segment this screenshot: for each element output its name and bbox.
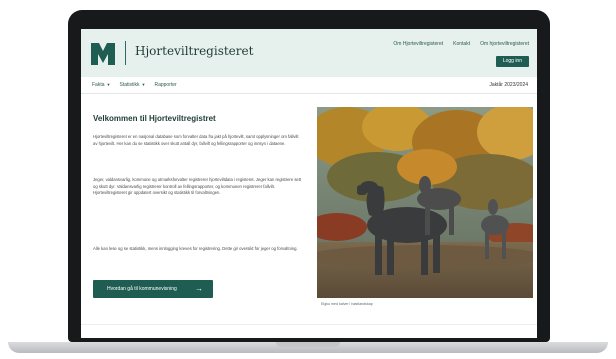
laptop-notch: [276, 342, 340, 347]
nav-item-label: Fakta: [92, 82, 105, 88]
laptop-screen: Hjorteviltregisteret Om Hjorteviltregist…: [81, 29, 537, 338]
login-button[interactable]: Logg inn: [495, 56, 529, 67]
moose-photo-illustration: [317, 107, 533, 298]
nav-item-statistikk[interactable]: Statistikk ▼: [119, 82, 145, 88]
logo-divider: [125, 41, 126, 65]
main-nav: Fakta ▼ Statistikk ▼ Rapporter Jaktår 2023…: [81, 77, 537, 94]
hunt-year-selector[interactable]: Jaktår 2023/2024: [489, 82, 528, 88]
site-title[interactable]: Hjorteviltregisteret: [135, 44, 253, 58]
header-link[interactable]: Kontakt: [453, 41, 470, 47]
nav-item-fakta[interactable]: Fakta ▼: [92, 82, 110, 88]
header-links: Om Hjorteviltregisteret Kontakt Om hjort…: [393, 41, 529, 47]
cta-button[interactable]: Hvordan gå til kommunevisning →: [93, 280, 213, 298]
arrow-right-icon: →: [195, 284, 203, 293]
chevron-down-icon: ▼: [106, 82, 111, 87]
site-header: Hjorteviltregisteret Om Hjorteviltregist…: [81, 29, 537, 77]
intro-paragraph: Jeger, valdansvarlig, kommune og utmarks…: [93, 177, 302, 196]
divider: [81, 324, 537, 325]
nav-item-label: Rapporter: [154, 82, 177, 88]
logo-icon[interactable]: [91, 41, 115, 65]
laptop-frame: Hjorteviltregisteret Om Hjorteviltregist…: [0, 0, 616, 359]
intro-paragraph: Alle kan lese og se statistikk, mens inn…: [93, 246, 298, 251]
header-link[interactable]: Om Hjorteviltregisteret: [393, 41, 443, 47]
cta-label: Hvordan gå til kommunevisning: [107, 286, 177, 292]
intro-paragraph: Hjorteviltregisteret er en nasjonal data…: [93, 134, 299, 146]
nav-item-label: Statistikk: [119, 82, 140, 88]
main-content: Velkommen til Hjorteviltregistret Hjorte…: [81, 94, 537, 338]
hero-photo: [317, 107, 533, 298]
header-link[interactable]: Om hjorteviltregisteret: [480, 41, 529, 47]
nav-item-rapporter[interactable]: Rapporter: [154, 82, 176, 88]
photo-caption: Elgku med kalver i høstlandskap: [321, 302, 373, 306]
chevron-down-icon: ▼: [141, 82, 146, 87]
page-title: Velkommen til Hjorteviltregistret: [93, 114, 216, 123]
